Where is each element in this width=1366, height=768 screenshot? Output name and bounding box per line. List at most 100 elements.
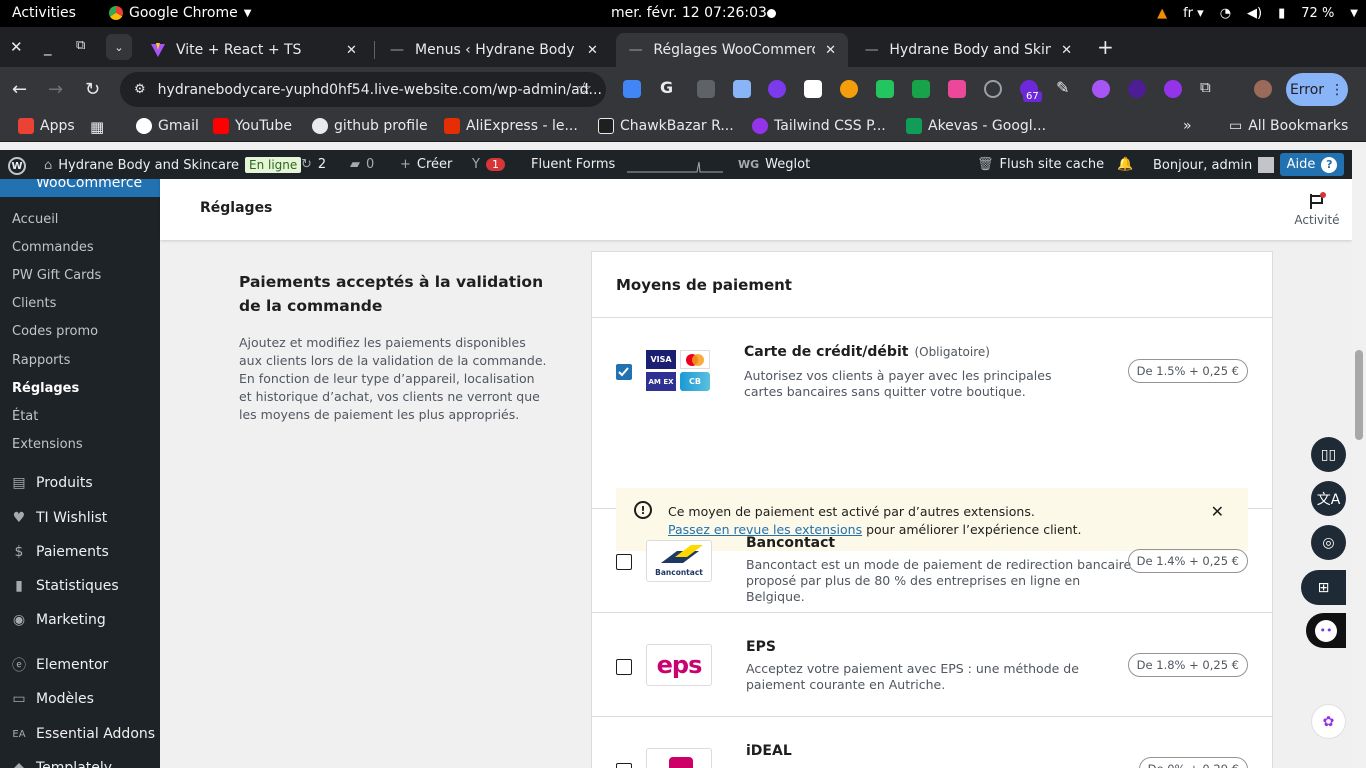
sidebar-sub-etat[interactable]: État — [12, 409, 38, 424]
tab-hydrane[interactable]: — Hydrane Body and Skincare ✕ — [852, 33, 1084, 67]
sidebar-sub-codes-promo[interactable]: Codes promo — [12, 324, 98, 339]
wordpress-logo-icon[interactable]: W — [8, 157, 26, 175]
sidebar-sub-extensions[interactable]: Extensions — [12, 437, 83, 452]
system-tray[interactable]: ▲ fr ▾ ◔ ◀) ▮ 72 % ▼ — [1157, 0, 1366, 27]
close-window-icon[interactable]: ✕ — [10, 38, 23, 56]
close-tab-icon[interactable]: ✕ — [587, 43, 598, 58]
bookmark-tailwind[interactable]: Tailwind CSS P... — [752, 118, 886, 134]
extension-icon[interactable] — [697, 80, 715, 98]
tab-reglages[interactable]: — Réglages WooCommerce ✕ — [616, 33, 848, 67]
eyedropper-icon[interactable]: ✎ — [1056, 78, 1074, 97]
tab-vite[interactable]: Vite + React + TS ✕ — [138, 33, 374, 67]
sidebar-item-wishlist[interactable]: ♥ TI Wishlist — [10, 509, 108, 527]
docs-extension-icon[interactable] — [733, 80, 751, 98]
url-text[interactable]: hydranebodycare-yuphd0hf54.live-website.… — [158, 82, 602, 98]
reload-icon[interactable]: ↻ — [85, 79, 100, 100]
download-extension-icon[interactable] — [912, 80, 930, 98]
notifications-bell-icon[interactable]: 🔔 — [1117, 157, 1133, 172]
close-tab-icon[interactable]: ✕ — [825, 43, 836, 58]
bookmark-gmail[interactable]: Gmail — [136, 118, 199, 134]
sidebar-sub-reglages[interactable]: Réglages — [12, 381, 79, 396]
checkbox-bancontact[interactable] — [616, 554, 632, 570]
maximize-window-icon[interactable]: ⧉ — [76, 38, 85, 53]
sidebar-sub-giftcards[interactable]: PW Gift Cards — [12, 268, 101, 283]
heart-icon: ♥ — [12, 510, 26, 526]
compass-extension-icon[interactable] — [984, 80, 1002, 98]
extension-icon[interactable] — [840, 80, 858, 98]
extension-icon[interactable] — [804, 80, 822, 98]
sidebar-item-paiements[interactable]: $ Paiements — [10, 543, 109, 561]
checkbox-card[interactable] — [616, 364, 632, 380]
sidebar-item-produits[interactable]: ▤ Produits — [10, 474, 92, 492]
bookmark-star-icon[interactable]: ☆ — [577, 79, 592, 99]
bookmark-aliexpress[interactable]: AliExpress - le... — [444, 118, 578, 134]
tab-search-button[interactable]: ⌄ — [106, 34, 132, 60]
translate-icon[interactable]: 文A — [1311, 481, 1346, 516]
extension-icon[interactable] — [948, 80, 966, 98]
bookmark-github[interactable]: github profile — [312, 118, 428, 134]
back-icon[interactable]: ← — [12, 79, 27, 100]
close-tab-icon[interactable]: ✕ — [1061, 43, 1072, 58]
app-menu[interactable]: Google Chrome ▼ — [109, 5, 251, 21]
bookmark-chawkbazar[interactable]: ChawkBazar R... — [598, 118, 734, 134]
broadcast-icon[interactable]: ◎ — [1311, 525, 1346, 560]
download-extension-icon[interactable] — [876, 80, 894, 98]
flush-cache-link[interactable]: 🗑 Flush site cache — [977, 157, 1104, 172]
close-tab-icon[interactable]: ✕ — [346, 43, 357, 58]
bookmark-youtube[interactable]: YouTube — [213, 118, 292, 134]
address-bar[interactable]: ⚙ hydranebodycare-yuphd0hf54.live-websit… — [120, 72, 606, 107]
bookmarks-overflow-icon[interactable]: » — [1183, 118, 1192, 134]
sidebar-sub-rapports[interactable]: Rapports — [12, 353, 70, 368]
sidebar-sub-commandes[interactable]: Commandes — [12, 240, 94, 255]
checkbox-eps[interactable] — [616, 659, 632, 675]
yoast-link[interactable]: Y1 — [472, 157, 505, 172]
brain-icon[interactable]: ✿ — [1311, 704, 1346, 739]
sidebar-item-woocommerce[interactable]: WooCommerce — [0, 179, 160, 197]
sidebar-item-modeles[interactable]: ▭ Modèles — [10, 690, 94, 708]
my-account-link[interactable]: Bonjour, admin — [1153, 157, 1275, 173]
activity-button[interactable]: Activité — [1292, 187, 1342, 227]
sidebar-item-elementor[interactable]: ⓔ Elementor — [10, 656, 108, 674]
translate-extension-icon[interactable] — [623, 80, 641, 98]
clock[interactable]: mer. févr. 12 07:26:03 — [611, 5, 767, 21]
weglot-link[interactable]: WG Weglot — [738, 157, 810, 172]
ideal-logo — [646, 748, 712, 768]
bookmark-apps[interactable]: Apps — [18, 118, 75, 134]
extension-icon[interactable] — [768, 80, 786, 98]
avatar[interactable] — [1254, 80, 1272, 98]
apps-grid-icon[interactable]: ▦ — [90, 118, 104, 136]
checkbox-ideal[interactable] — [616, 763, 632, 768]
reader-icon[interactable]: ▯▯ — [1311, 437, 1346, 472]
page-scrollbar[interactable] — [1352, 150, 1366, 768]
scrollbar-thumb[interactable] — [1355, 350, 1363, 440]
site-info-icon[interactable]: ⚙ — [134, 82, 146, 97]
grammarly-icon[interactable]: G — [660, 78, 678, 97]
extension-icon[interactable] — [1092, 80, 1110, 98]
site-name-link[interactable]: ⌂ Hydrane Body and Skincare En ligne — [44, 157, 302, 173]
forward-icon[interactable]: → — [48, 79, 63, 100]
bookmark-akevas[interactable]: Akevas - Googl... — [906, 118, 1046, 134]
help-button[interactable]: Aide? — [1280, 153, 1344, 176]
tab-menus[interactable]: — Menus ‹ Hydrane Body and ✕ — [377, 33, 613, 67]
sidebar-item-templately[interactable]: ◆ Templately — [10, 759, 112, 768]
all-bookmarks[interactable]: ▭ All Bookmarks — [1229, 118, 1348, 134]
comments-link[interactable]: ▰ 0 — [350, 157, 374, 172]
updates-link[interactable]: ↻ 2 — [301, 157, 326, 172]
grid-icon[interactable]: ⊞ — [1301, 570, 1346, 605]
extension-icon[interactable] — [1164, 80, 1182, 98]
sidebar-item-statistiques[interactable]: ▮ Statistiques — [10, 577, 119, 595]
puzzle-icon[interactable]: ⧉ — [1200, 78, 1218, 96]
activities-button[interactable]: Activities — [12, 5, 76, 21]
sidebar-item-essential-addons[interactable]: EA Essential Addons — [10, 725, 155, 743]
sidebar-sub-clients[interactable]: Clients — [12, 296, 56, 311]
sidebar-item-marketing[interactable]: ◉ Marketing — [10, 611, 106, 629]
sidebar-sub-accueil[interactable]: Accueil — [12, 212, 58, 227]
fluent-forms-link[interactable]: Fluent Forms — [531, 157, 615, 172]
assistant-icon[interactable]: •• — [1306, 613, 1346, 648]
create-link[interactable]: + Créer — [400, 157, 452, 172]
extension-icon[interactable] — [1128, 80, 1146, 98]
minimize-window-icon[interactable]: _ — [44, 38, 52, 56]
language-indicator[interactable]: fr ▾ — [1183, 6, 1204, 21]
new-tab-icon[interactable]: + — [1097, 35, 1114, 59]
error-button[interactable]: Error ⋮ — [1286, 73, 1348, 106]
